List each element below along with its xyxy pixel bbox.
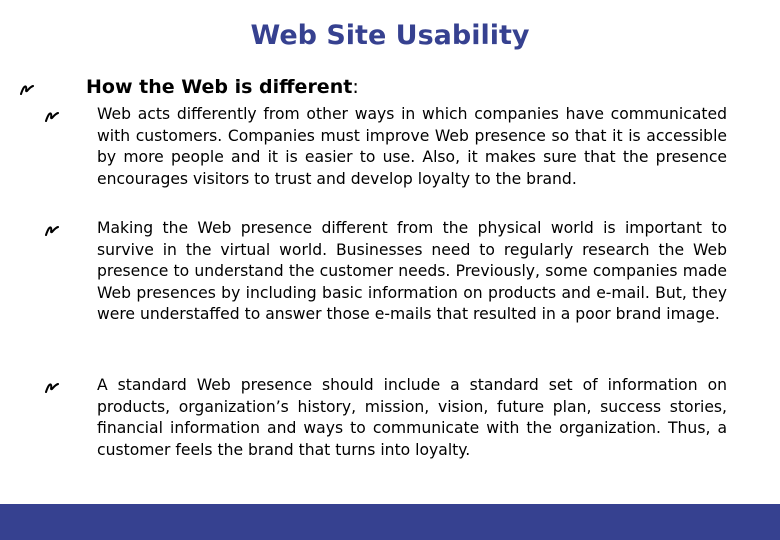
scribble-bullet-icon xyxy=(45,226,59,236)
bullet-point-text: Web acts differently from other ways in … xyxy=(97,105,727,188)
footer-band xyxy=(0,504,780,540)
slide-title: Web Site Usability xyxy=(250,20,530,51)
scribble-bullet-icon xyxy=(20,85,34,95)
scribble-bullet-icon xyxy=(45,383,59,393)
section-heading-text: How the Web is different: xyxy=(86,76,359,98)
scribble-bullet-icon xyxy=(45,112,59,122)
bullet-point-text: A standard Web presence should include a… xyxy=(97,376,727,459)
bullet-point-text: Making the Web presence different from t… xyxy=(97,219,727,324)
